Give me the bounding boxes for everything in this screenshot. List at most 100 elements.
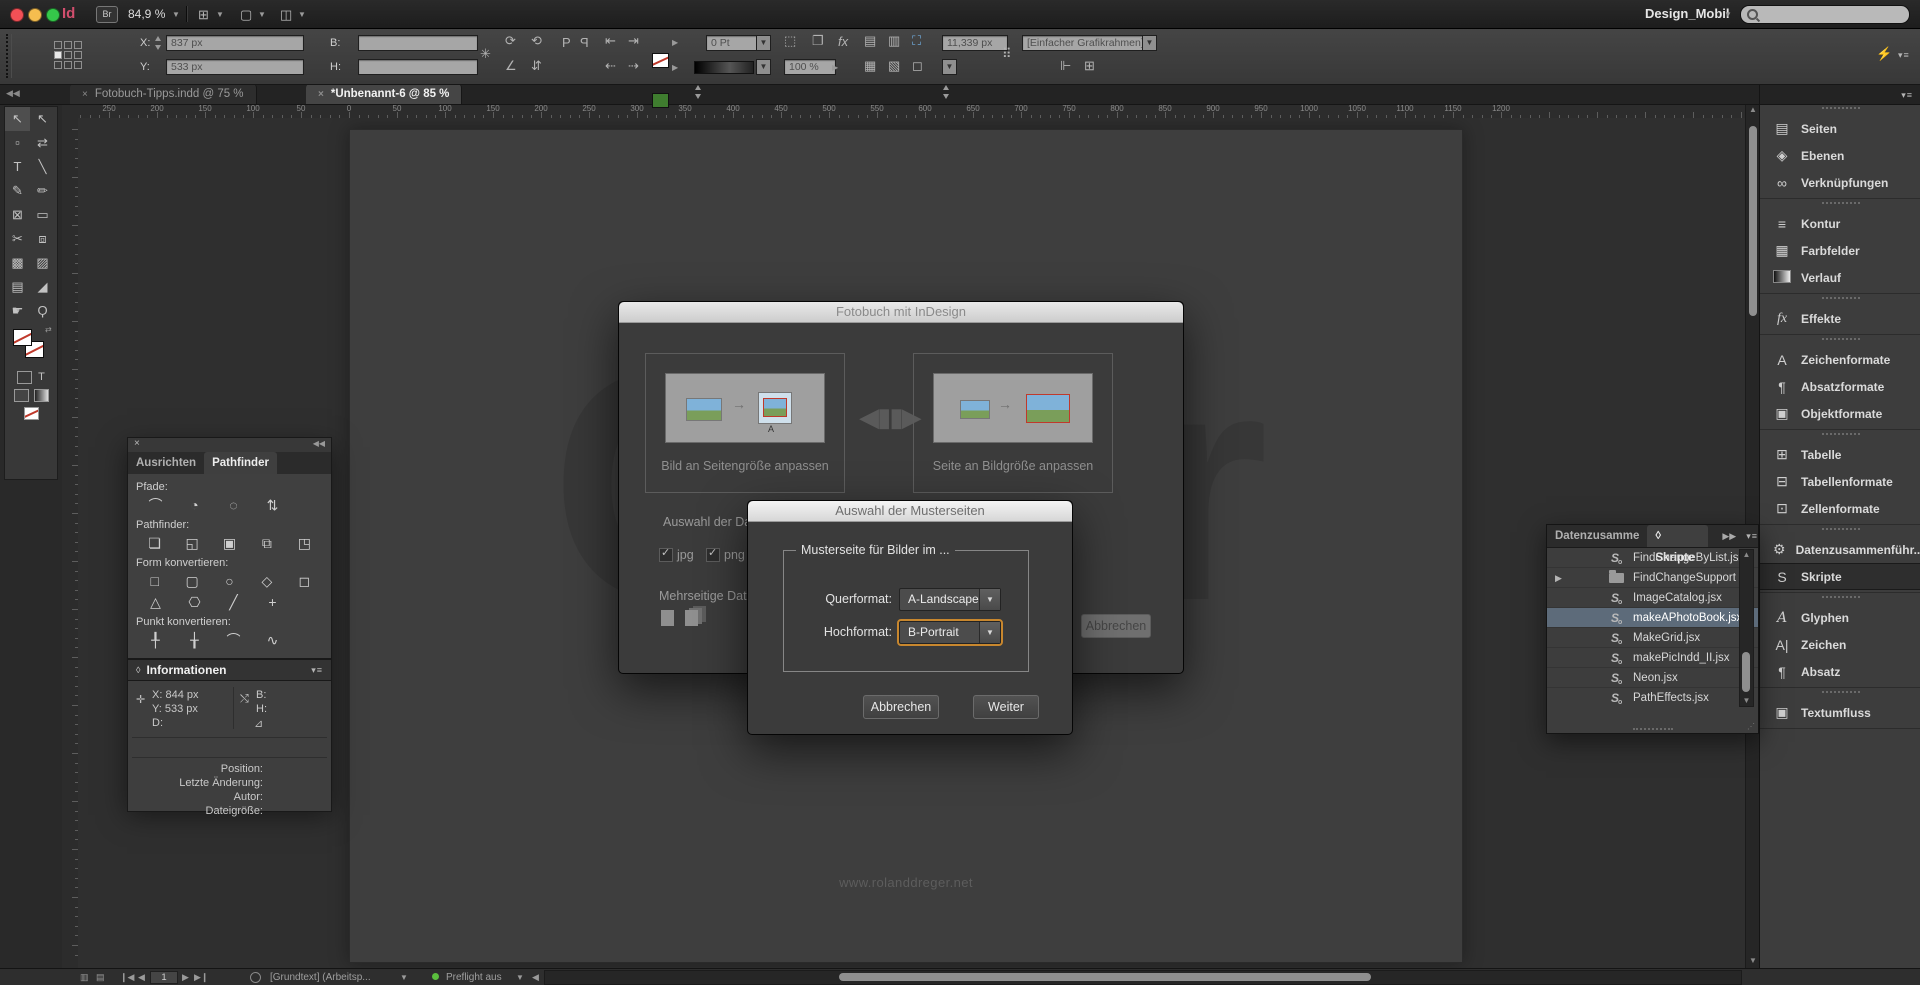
- expander-icon[interactable]: ▶: [1555, 573, 1562, 584]
- align-center-icon[interactable]: ⊩: [1060, 58, 1071, 74]
- scissors-tool[interactable]: ✂: [5, 227, 30, 251]
- close-window-button[interactable]: [10, 8, 24, 22]
- type-tool[interactable]: T: [5, 155, 30, 179]
- script-item-findchangebylist-jsx[interactable]: SoFindChangeByList.jsx: [1547, 548, 1758, 568]
- corner-point-icon[interactable]: ╁: [175, 630, 214, 651]
- stroke-swatch[interactable]: [652, 93, 669, 108]
- no-text-wrap-icon[interactable]: ▤: [864, 33, 876, 49]
- intersect-icon[interactable]: ▣: [211, 533, 248, 554]
- formatting-affects-text-icon[interactable]: T: [38, 371, 45, 384]
- info-panel-menu-icon[interactable]: ▾≡: [311, 665, 323, 676]
- pen-tool[interactable]: ✎: [5, 179, 30, 203]
- stroke-weight-dropdown[interactable]: ▼: [756, 35, 771, 51]
- first-page-icon[interactable]: ❙◀: [120, 972, 134, 983]
- dock-item-verkn-pfungen[interactable]: ∞Verknüpfungen: [1760, 169, 1920, 196]
- dock-item-objektformate[interactable]: ▣Objektformate: [1760, 400, 1920, 427]
- rotate-ccw-icon[interactable]: ⟲: [531, 33, 542, 49]
- dock-item-glyphen[interactable]: AGlyphen: [1760, 604, 1920, 631]
- screen-mode-button[interactable]: [24, 407, 39, 420]
- jpg-checkbox[interactable]: [659, 548, 673, 562]
- width-field[interactable]: [358, 35, 478, 51]
- gap-tool[interactable]: ⇄: [30, 131, 55, 155]
- hand-tool[interactable]: ☛: [5, 299, 30, 323]
- control-panel-menu-icon[interactable]: ▾≡: [1898, 50, 1910, 61]
- object-style-dropdown[interactable]: [Einfacher Grafikrahmen]: [1022, 35, 1150, 51]
- script-item-makepicindd-ii-jsx[interactable]: SomakePicIndd_II.jsx: [1547, 648, 1758, 668]
- multi-document-icon[interactable]: [685, 610, 698, 626]
- shear-icon[interactable]: ∠: [505, 58, 517, 74]
- vertical-scrollbar-thumb[interactable]: [1749, 126, 1757, 316]
- dock-item-verlauf[interactable]: Verlauf: [1760, 264, 1920, 291]
- horizontal-ruler[interactable]: 2502001501005005010015020025030035040045…: [62, 104, 1745, 119]
- close-path-icon[interactable]: ◌: [214, 495, 253, 516]
- script-item-makegrid-jsx[interactable]: SoMakeGrid.jsx: [1547, 628, 1758, 648]
- scroll-down-icon[interactable]: ▼: [1746, 955, 1760, 967]
- script-item-makeaphotobook-jsx[interactable]: SomakeAPhotoBook.jsx: [1547, 608, 1758, 628]
- gradient-feather-tool[interactable]: ▨: [30, 251, 55, 275]
- fit-page-to-image-option[interactable]: → Seite an Bildgröße anpassen: [913, 353, 1113, 493]
- select-content-icon[interactable]: ⇥: [628, 33, 639, 49]
- exclude-overlap-icon[interactable]: ⧉: [248, 533, 285, 554]
- page-tool[interactable]: ▫: [5, 131, 30, 155]
- dock-item-skripte[interactable]: SSkripte: [1760, 563, 1920, 590]
- y-position-field[interactable]: 533 px: [166, 59, 304, 75]
- direct-selection-tool[interactable]: ↖: [30, 107, 55, 131]
- portrait-master-dropdown[interactable]: B-Portrait ▼: [899, 621, 1001, 644]
- open-path-icon[interactable]: ◔: [175, 495, 214, 516]
- x-position-field[interactable]: 837 px: [166, 35, 304, 51]
- rectangle-tool[interactable]: ▭: [30, 203, 55, 227]
- previous-page-icon[interactable]: ◀: [138, 972, 145, 983]
- corner-shape-dropdown[interactable]: ▼: [942, 59, 957, 75]
- search-input[interactable]: [1740, 5, 1910, 24]
- panel-collapse-icon[interactable]: ◊: [136, 665, 140, 675]
- apply-gradient-button[interactable]: [34, 389, 49, 402]
- screen-mode-icon[interactable]: ▢: [240, 7, 252, 23]
- landscape-master-dropdown[interactable]: A-Landscape ▼: [899, 588, 1001, 611]
- page-number-field[interactable]: 1: [150, 971, 178, 984]
- plain-point-icon[interactable]: ╀: [136, 630, 175, 651]
- panel-grip[interactable]: [6, 34, 11, 78]
- flip-vertical-icon[interactable]: ⇵: [531, 58, 542, 74]
- reverse-path-icon[interactable]: ⇅: [253, 495, 292, 516]
- convert-ellipse-icon[interactable]: ○: [211, 571, 248, 592]
- corner-options-icon[interactable]: ⬚: [784, 33, 796, 49]
- select-container-icon[interactable]: ⇤: [605, 33, 616, 49]
- quick-apply-icon[interactable]: ⚡: [1876, 46, 1892, 62]
- constrain-proportions-icon[interactable]: ✳: [480, 46, 491, 62]
- weiter-button[interactable]: Weiter: [973, 695, 1039, 719]
- note-tool[interactable]: ▤: [5, 275, 30, 299]
- stroke-type-dropdown[interactable]: [694, 61, 754, 74]
- dock-item-absatz[interactable]: ¶Absatz: [1760, 658, 1920, 685]
- reference-point-proxy[interactable]: [54, 41, 82, 69]
- dock-item-zellenformate[interactable]: ⊡Zellenformate: [1760, 495, 1920, 522]
- corner-radius-field[interactable]: 11,339 px: [942, 35, 1008, 51]
- convert-rounded-rectangle-icon[interactable]: ▢: [173, 571, 210, 592]
- swap-fill-stroke-icon[interactable]: ⇄: [45, 325, 52, 334]
- corner-resize-grip[interactable]: ⋰: [1747, 722, 1755, 731]
- line-tool[interactable]: ╲: [30, 155, 55, 179]
- script-item-imagecatalog-jsx[interactable]: SoImageCatalog.jsx: [1547, 588, 1758, 608]
- selection-tool[interactable]: ↖: [5, 107, 30, 131]
- dock-item-farbfelder[interactable]: ▦Farbfelder: [1760, 237, 1920, 264]
- document-status-icon[interactable]: [250, 972, 261, 983]
- dock-item-zeichen[interactable]: A|Zeichen: [1760, 631, 1920, 658]
- jump-object-icon[interactable]: ▧: [888, 58, 900, 74]
- previous-object-icon[interactable]: ⇠: [605, 58, 616, 74]
- fit-image-to-page-option[interactable]: → A Bild an Seitengröße anpassen: [645, 353, 845, 493]
- collapse-panel-icon[interactable]: ◀◀: [313, 439, 325, 448]
- pencil-tool[interactable]: ✏: [30, 179, 55, 203]
- tab-ausrichten[interactable]: Ausrichten: [128, 452, 204, 474]
- fill-stroke-proxy[interactable]: ⇄: [5, 323, 57, 369]
- eyedropper-tool[interactable]: ◢: [30, 275, 55, 299]
- dock-item-zeichenformate[interactable]: AZeichenformate: [1760, 346, 1920, 373]
- flip-horizontal-icon[interactable]: P: [562, 35, 571, 51]
- convert-triangle-icon[interactable]: △: [136, 592, 175, 613]
- convert-beveled-rectangle-icon[interactable]: ◇: [248, 571, 285, 592]
- fotobuch-cancel-button[interactable]: Abbrechen: [1081, 614, 1151, 638]
- normal-mode-icon[interactable]: ▤: [96, 972, 105, 983]
- flip-horizontal-mirror-icon[interactable]: P: [580, 35, 589, 51]
- preview-mode-icon[interactable]: ▥: [80, 972, 89, 983]
- arrange-documents-icon[interactable]: ◫: [280, 7, 292, 23]
- zoom-dropdown-arrow[interactable]: ▼: [172, 10, 180, 19]
- wrap-object-shape-icon[interactable]: ▦: [864, 58, 876, 74]
